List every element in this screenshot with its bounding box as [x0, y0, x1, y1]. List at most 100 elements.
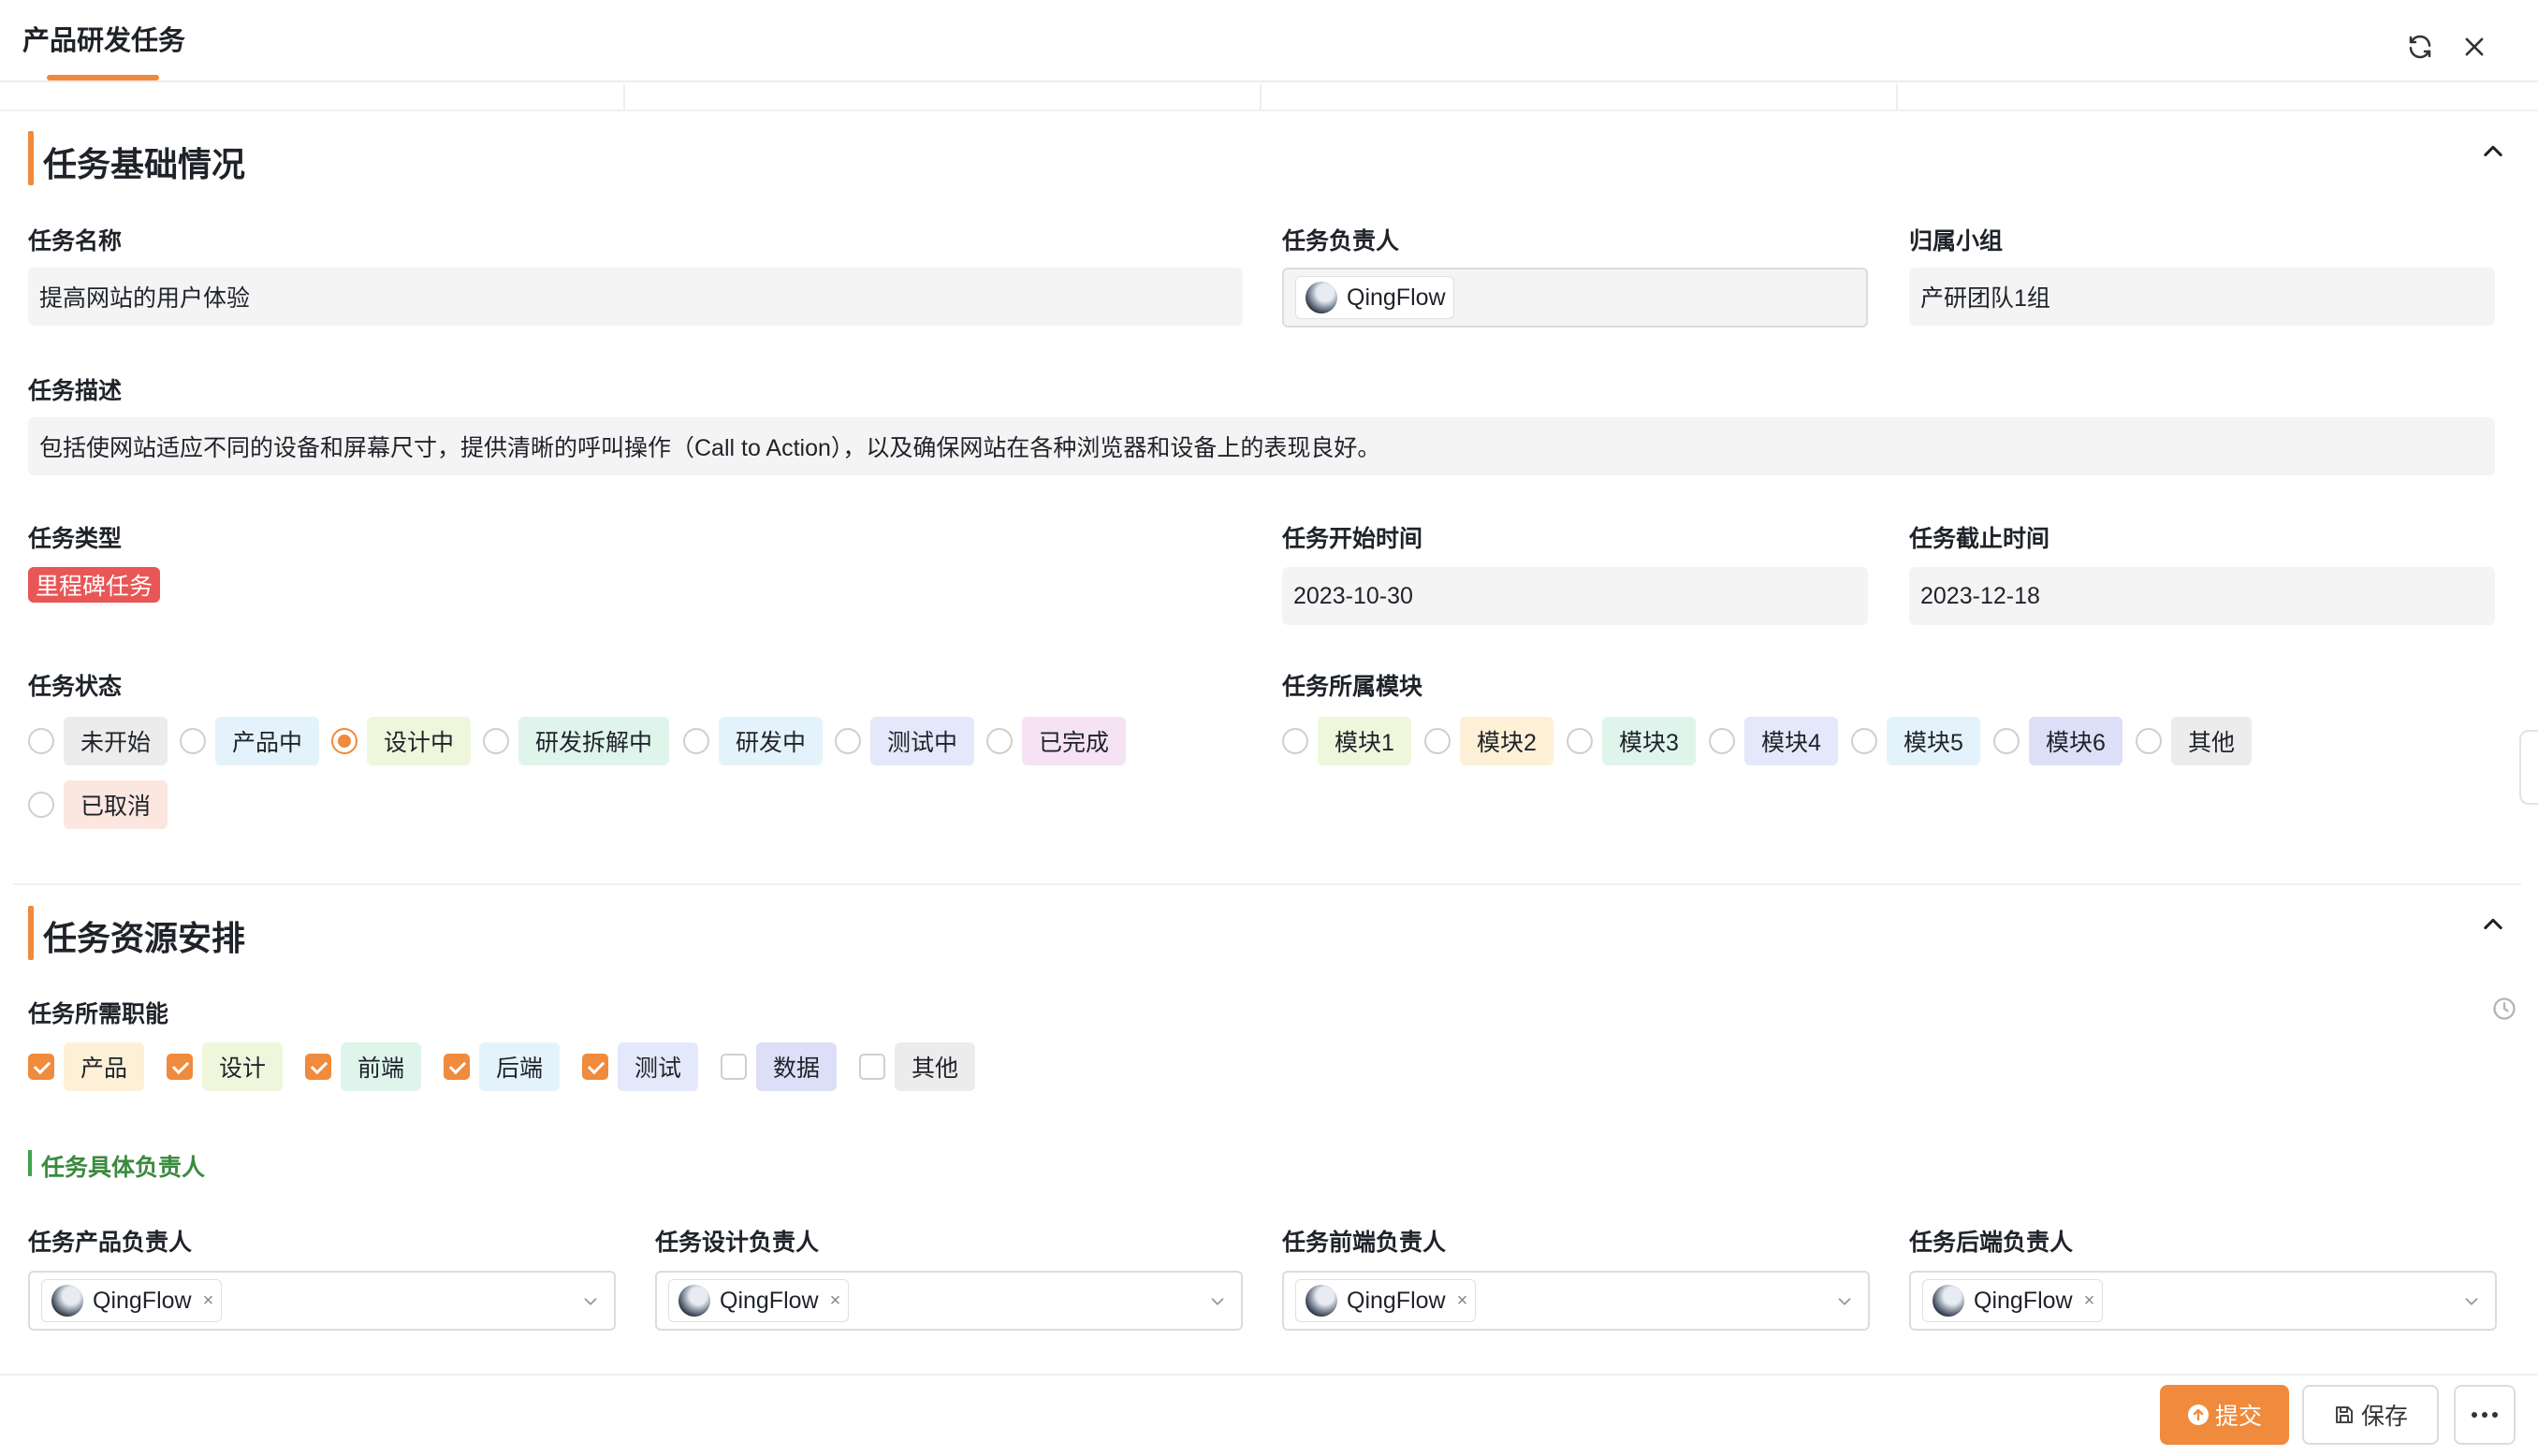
checkbox-checked[interactable] — [167, 1054, 193, 1080]
assignee-select-design[interactable]: QingFlow × — [655, 1271, 1243, 1331]
close-icon[interactable] — [2456, 28, 2493, 66]
more-button[interactable] — [2454, 1385, 2516, 1445]
avatar — [1305, 1285, 1337, 1317]
remove-icon[interactable]: × — [1457, 1290, 1468, 1312]
status-option-cancelled[interactable]: 已取消 — [28, 780, 168, 829]
skills-label: 任务所需职能 — [28, 1001, 169, 1027]
avatar — [1305, 282, 1337, 313]
remove-icon[interactable]: × — [203, 1290, 214, 1312]
radio-button[interactable] — [1993, 728, 2020, 754]
status-pill: 研发拆解中 — [518, 717, 670, 765]
status-option-not-started[interactable]: 未开始 — [28, 717, 168, 765]
status-option-rd-breakdown[interactable]: 研发拆解中 — [483, 717, 670, 765]
window-header — [0, 0, 2538, 82]
owner-field[interactable]: QingFlow — [1282, 268, 1868, 328]
skill-pill: 其他 — [895, 1042, 976, 1091]
skill-option-frontend[interactable]: 前端 — [305, 1042, 422, 1091]
chevron-up-icon[interactable] — [2474, 906, 2512, 943]
user-chip: QingFlow — [1295, 276, 1454, 319]
user-name: QingFlow — [1974, 1287, 2073, 1314]
chevron-up-icon[interactable] — [2474, 133, 2512, 170]
module-option-2[interactable]: 模块2 — [1424, 717, 1553, 765]
module-pill: 其他 — [2171, 717, 2253, 765]
radio-button[interactable] — [1709, 728, 1735, 754]
save-button[interactable]: 保存 — [2302, 1385, 2439, 1445]
assignee-select-frontend[interactable]: QingFlow × — [1282, 1271, 1870, 1331]
history-icon[interactable] — [2491, 996, 2519, 1024]
description-field[interactable]: 包括使网站适应不同的设备和屏幕尺寸，提供清晰的呼叫操作（Call to Acti… — [28, 417, 2495, 475]
section-accent-bar — [28, 906, 34, 960]
module-pill: 模块2 — [1460, 717, 1553, 765]
user-chip: QingFlow × — [1922, 1279, 2104, 1322]
group-field[interactable]: 产研团队1组 — [1909, 268, 2495, 326]
status-pill: 产品中 — [215, 717, 320, 765]
module-pill: 模块1 — [1318, 717, 1411, 765]
status-label: 任务状态 — [28, 674, 123, 700]
start-date-label: 任务开始时间 — [1282, 526, 1423, 552]
user-name: QingFlow — [720, 1287, 819, 1314]
page-title: 产品研发任务 — [22, 26, 186, 56]
module-option-5[interactable]: 模块5 — [1851, 717, 1980, 765]
checkbox[interactable] — [721, 1054, 747, 1080]
radio-button[interactable] — [986, 728, 1013, 754]
module-option-3[interactable]: 模块3 — [1567, 717, 1696, 765]
skill-option-design[interactable]: 设计 — [167, 1042, 284, 1091]
task-name-field[interactable]: 提高网站的用户体验 — [28, 268, 1243, 326]
chevron-down-icon[interactable] — [1834, 1291, 1855, 1312]
status-option-design[interactable]: 设计中 — [331, 717, 472, 765]
skill-pill: 前端 — [341, 1042, 422, 1091]
module-option-other[interactable]: 其他 — [2136, 717, 2253, 765]
chevron-down-icon[interactable] — [1207, 1291, 1228, 1312]
radio-button[interactable] — [1282, 728, 1308, 754]
status-option-done[interactable]: 已完成 — [986, 717, 1127, 765]
skill-option-product[interactable]: 产品 — [28, 1042, 145, 1091]
column-divider — [1260, 84, 1262, 110]
status-option-developing[interactable]: 研发中 — [683, 717, 824, 765]
radio-button[interactable] — [683, 728, 709, 754]
module-option-4[interactable]: 模块4 — [1709, 717, 1838, 765]
module-option-1[interactable]: 模块1 — [1282, 717, 1411, 765]
radio-button[interactable] — [1424, 728, 1451, 754]
assignee-select-backend[interactable]: QingFlow × — [1909, 1271, 2497, 1331]
side-panel-toggle[interactable] — [2519, 730, 2538, 805]
assignee-select-product[interactable]: QingFlow × — [28, 1271, 616, 1331]
radio-button[interactable] — [835, 728, 861, 754]
skill-option-other[interactable]: 其他 — [859, 1042, 976, 1091]
skill-option-data[interactable]: 数据 — [721, 1042, 838, 1091]
remove-icon[interactable]: × — [2084, 1290, 2095, 1312]
checkbox-checked[interactable] — [28, 1054, 54, 1080]
radio-button[interactable] — [180, 728, 206, 754]
chevron-down-icon[interactable] — [580, 1291, 601, 1312]
more-horizontal-icon — [2472, 1412, 2498, 1418]
refresh-icon[interactable] — [2401, 28, 2439, 66]
skill-option-backend[interactable]: 后端 — [444, 1042, 561, 1091]
radio-button-selected[interactable] — [331, 728, 357, 754]
status-option-product[interactable]: 产品中 — [180, 717, 320, 765]
checkbox[interactable] — [859, 1054, 885, 1080]
module-option-6[interactable]: 模块6 — [1993, 717, 2122, 765]
footer-divider — [0, 1374, 2538, 1376]
radio-button[interactable] — [28, 728, 54, 754]
end-date-field[interactable]: 2023-12-18 — [1909, 567, 2495, 625]
skill-pill: 后端 — [479, 1042, 561, 1091]
submit-button[interactable]: 提交 — [2160, 1385, 2289, 1445]
skill-pill: 设计 — [202, 1042, 284, 1091]
radio-button[interactable] — [483, 728, 509, 754]
header-divider — [0, 109, 2538, 111]
section-title-resource: 任务资源安排 — [43, 919, 246, 957]
checkbox-checked[interactable] — [305, 1054, 331, 1080]
skill-option-testing[interactable]: 测试 — [582, 1042, 699, 1091]
assignee-label-backend: 任务后端负责人 — [1909, 1230, 2074, 1256]
checkbox-checked[interactable] — [444, 1054, 470, 1080]
radio-button[interactable] — [28, 792, 54, 818]
start-date-field[interactable]: 2023-10-30 — [1282, 567, 1868, 625]
checkbox-checked[interactable] — [582, 1054, 608, 1080]
status-pill: 研发中 — [719, 717, 824, 765]
chevron-down-icon[interactable] — [2461, 1291, 2482, 1312]
radio-button[interactable] — [2136, 728, 2162, 754]
active-tab-indicator — [47, 75, 159, 80]
radio-button[interactable] — [1567, 728, 1593, 754]
remove-icon[interactable]: × — [830, 1290, 841, 1312]
status-option-testing[interactable]: 测试中 — [835, 717, 975, 765]
radio-button[interactable] — [1851, 728, 1877, 754]
